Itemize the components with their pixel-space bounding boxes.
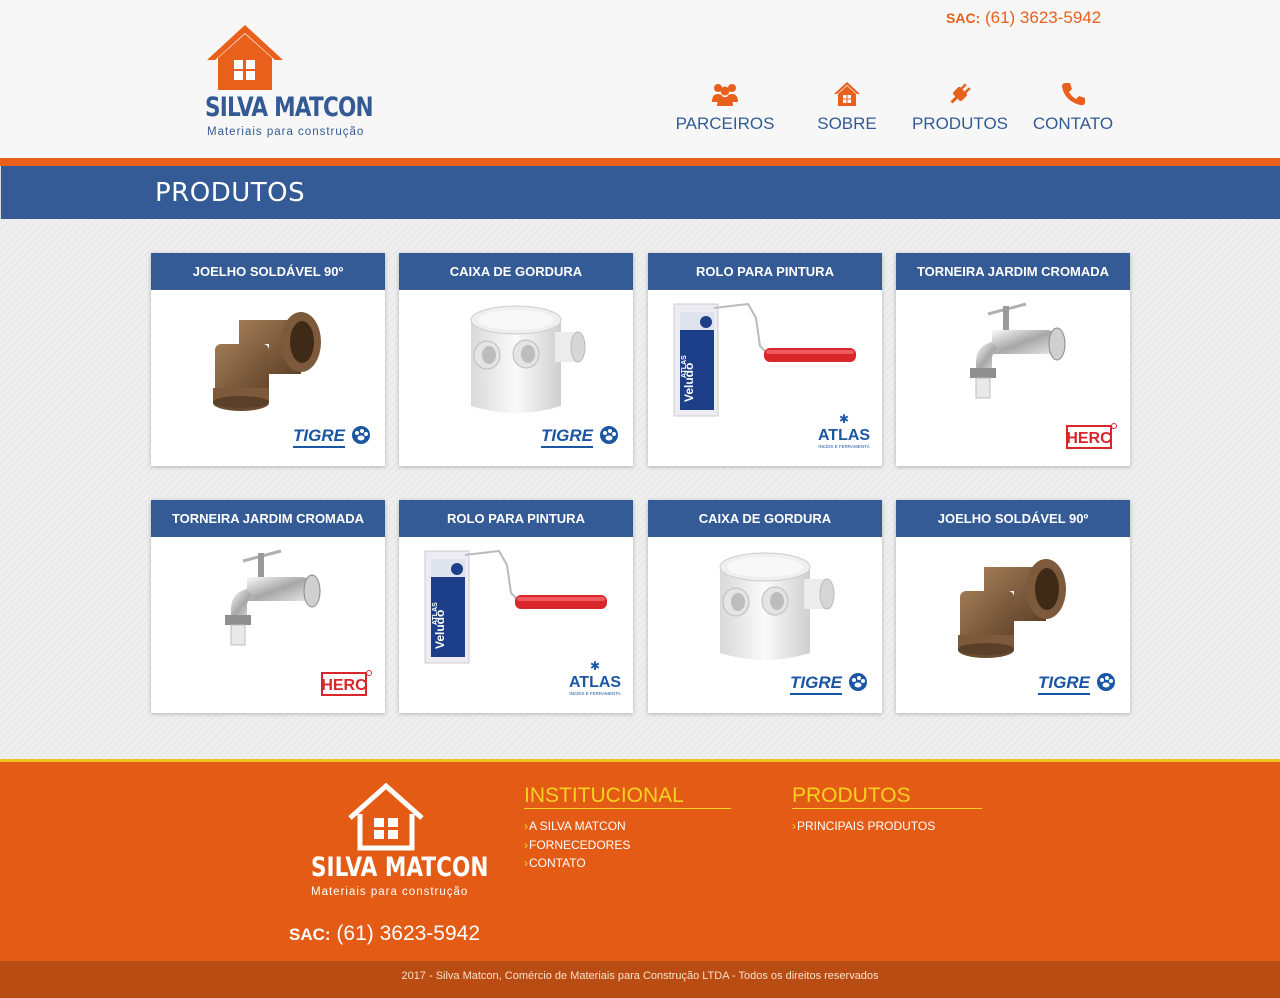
footer-sac-phone[interactable]: SAC: (61) 3623-5942 (289, 922, 480, 946)
product-title: ROLO PARA PINTURA (648, 253, 882, 290)
nav-label: PRODUTOS (911, 114, 1009, 133)
chevron-right-icon: › (792, 819, 796, 833)
product-card[interactable]: ROLO PARA PINTURA Veludo ATLAS ✱ ATLAS P… (399, 500, 633, 713)
tigre-brand-logo: TIGRE (790, 672, 870, 703)
product-title: TORNEIRA JARDIM CROMADA (151, 500, 385, 537)
product-title: ROLO PARA PINTURA (399, 500, 633, 537)
svg-text:ATLAS: ATLAS (432, 602, 439, 625)
herc-brand-logo: HERC (1066, 421, 1118, 456)
sac-number: (61) 3623-5942 (984, 8, 1102, 27)
product-card[interactable]: JOELHO SOLDÁVEL 90º TIGRE (151, 253, 385, 466)
tigre-brand-logo: TIGRE (1038, 672, 1118, 703)
atlas-brand-logo: ✱ ATLAS PINCÉIS E FERRAMENTAS (815, 412, 872, 456)
site-header: SAC: (61) 3623-5942 SILVA MATCON Materia… (0, 0, 1280, 158)
nav-label: SOBRE (817, 114, 877, 133)
herc-brand-logo: HERC (321, 668, 373, 703)
footer-logo-name: SILVA MATCON (311, 852, 489, 883)
footer-link-a-silva-matcon[interactable]: ›A SILVA MATCON (524, 817, 731, 836)
footer-sac-number: (61) 3623-5942 (336, 922, 481, 945)
product-title: CAIXA DE GORDURA (648, 500, 882, 537)
footer-link-principais-produtos[interactable]: ›PRINCIPAIS PRODUTOS (792, 817, 982, 836)
footer-link-label: PRINCIPAIS PRODUTOS (797, 819, 936, 833)
svg-text:TIGRE: TIGRE (293, 426, 346, 445)
svg-text:TIGRE: TIGRE (790, 673, 843, 692)
plug-icon (905, 78, 1015, 110)
product-card[interactable]: JOELHO SOLDÁVEL 90º TIGRE (896, 500, 1130, 713)
sac-label: SAC: (946, 10, 981, 26)
atlas-brand-logo: ✱ ATLAS PINCÉIS E FERRAMENTAS (566, 659, 623, 703)
house-icon (792, 78, 902, 110)
nav-label: CONTATO (1032, 114, 1114, 133)
people-icon (670, 78, 780, 110)
footer-produtos-heading: PRODUTOS (792, 784, 982, 809)
footer-logo[interactable]: SILVA MATCON Materiais para construção (308, 782, 488, 907)
footer-institucional: INSTITUCIONAL ›A SILVA MATCON ›FORNECEDO… (524, 784, 731, 873)
page-title: PRODUTOS (155, 178, 306, 208)
svg-text:ATLAS: ATLAS (569, 674, 621, 691)
product-title: CAIXA DE GORDURA (399, 253, 633, 290)
logo-tagline: Materiais para construção (207, 126, 365, 138)
svg-text:PINCÉIS E FERRAMENTAS: PINCÉIS E FERRAMENTAS (818, 443, 870, 449)
nav-parceiros[interactable]: PARCEIROS (670, 78, 780, 134)
product-card[interactable]: TORNEIRA JARDIM CROMADA HERC (896, 253, 1130, 466)
product-card[interactable]: CAIXA DE GORDURA TIGRE (648, 500, 882, 713)
nav-produtos[interactable]: PRODUTOS (905, 78, 1015, 134)
svg-text:ATLAS: ATLAS (818, 427, 870, 444)
nav-label: PARCEIROS (675, 114, 775, 133)
page-title-bar: PRODUTOS (0, 166, 1280, 219)
product-card[interactable]: ROLO PARA PINTURA Veludo ATLAS ✱ ATLAS P… (648, 253, 882, 466)
logo-name: SILVA MATCON (205, 92, 374, 123)
footer-sac-label: SAC: (289, 925, 331, 944)
nav-contato[interactable]: CONTATO (1018, 78, 1128, 134)
footer-institucional-heading: INSTITUCIONAL (524, 784, 731, 809)
site-logo[interactable]: SILVA MATCON Materiais para construção (205, 22, 374, 144)
svg-text:TIGRE: TIGRE (541, 426, 594, 445)
svg-text:✱: ✱ (590, 660, 600, 673)
nav-sobre[interactable]: SOBRE (792, 78, 902, 134)
chevron-right-icon: › (524, 856, 528, 870)
house-logo-icon (207, 25, 283, 90)
svg-text:PINCÉIS E FERRAMENTAS: PINCÉIS E FERRAMENTAS (569, 690, 621, 696)
product-title: JOELHO SOLDÁVEL 90º (151, 253, 385, 290)
phone-icon (1018, 78, 1128, 110)
header-divider (0, 158, 1280, 166)
chevron-right-icon: › (524, 819, 528, 833)
footer-link-contato[interactable]: ›CONTATO (524, 854, 731, 873)
footer-link-label: CONTATO (529, 856, 586, 870)
footer-link-fornecedores[interactable]: ›FORNECEDORES (524, 836, 731, 855)
sac-phone[interactable]: SAC: (61) 3623-5942 (946, 8, 1101, 28)
copyright: 2017 - Silva Matcon, Comércio de Materia… (0, 961, 1280, 998)
footer-produtos: PRODUTOS ›PRINCIPAIS PRODUTOS (792, 784, 982, 836)
house-logo-icon (348, 782, 424, 851)
svg-text:TIGRE: TIGRE (1038, 673, 1091, 692)
chevron-right-icon: › (524, 837, 528, 852)
product-title: JOELHO SOLDÁVEL 90º (896, 500, 1130, 537)
product-title: TORNEIRA JARDIM CROMADA (896, 253, 1130, 290)
tigre-brand-logo: TIGRE (293, 425, 373, 456)
svg-text:HERC: HERC (1066, 430, 1112, 447)
product-card[interactable]: CAIXA DE GORDURA TIGRE (399, 253, 633, 466)
svg-text:HERC: HERC (321, 677, 367, 694)
site-footer: SILVA MATCON Materiais para construção S… (0, 759, 1280, 961)
tigre-brand-logo: TIGRE (541, 425, 621, 456)
footer-link-label: A SILVA MATCON (529, 819, 626, 833)
svg-text:ATLAS: ATLAS (681, 355, 688, 378)
svg-text:✱: ✱ (839, 413, 849, 426)
footer-logo-tagline: Materiais para construção (311, 886, 469, 898)
product-card[interactable]: TORNEIRA JARDIM CROMADA HERC (151, 500, 385, 713)
footer-link-label: FORNECEDORES (529, 837, 631, 852)
